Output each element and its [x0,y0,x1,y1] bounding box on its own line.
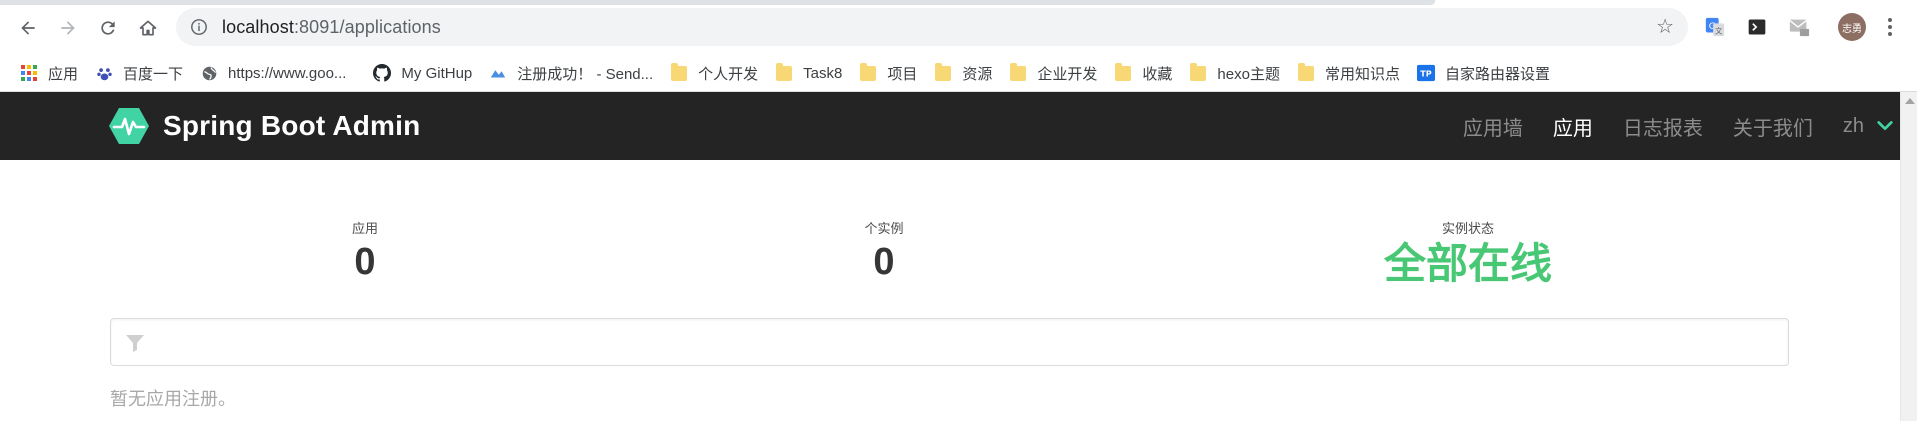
browser-menu-icon[interactable] [1882,14,1898,40]
bookmark-label: 收藏 [1142,65,1173,83]
bookmark-folder[interactable]: 企业开发 [1001,59,1106,87]
folder-icon [1009,62,1027,82]
home-button[interactable] [132,12,164,44]
chevron-down-icon [1876,117,1894,135]
bookmark-github[interactable]: My GitHup [365,59,481,87]
url-host: localhost [222,16,294,37]
forward-arrow-icon [61,21,75,35]
nav-about[interactable]: 关于我们 [1733,112,1813,141]
nav-wallboard[interactable]: 应用墙 [1463,112,1523,141]
nav-journal[interactable]: 日志报表 [1623,112,1703,141]
bookmark-apps[interactable]: 应用 [12,59,87,87]
tab-edge [0,0,1435,5]
baidu-paw-icon [95,64,113,82]
bookmark-baidu[interactable]: 百度一下 [87,59,192,87]
bookmark-folder[interactable]: hexo主题 [1181,59,1289,87]
status-value: 全部在线 [1383,240,1552,287]
folder-icon [670,62,688,82]
brand[interactable]: Spring Boot Admin [109,106,420,146]
empty-message: 暂无应用注册。 [110,389,236,409]
apps-grid-icon [20,64,38,82]
main-nav: 应用墙 应用 日志报表 关于我们 zh [1433,92,1900,160]
bookmark-folder[interactable]: 个人开发 [662,59,767,87]
home-icon [139,20,157,36]
app-title: Spring Boot Admin [163,110,421,141]
globe-icon [200,64,218,82]
reload-button[interactable] [92,12,124,44]
back-arrow-icon [21,21,35,35]
folder-icon [1297,62,1315,82]
stat-value: 0 [354,241,376,283]
folder-icon [1189,62,1207,82]
sendcloud-icon [489,64,507,82]
bookmark-folder[interactable]: Task8 [767,59,851,87]
stat-label: 应用 [351,221,378,236]
tab-strip [0,0,1917,5]
stat-label: 个实例 [864,221,904,236]
bookmark-label: 资源 [962,65,993,83]
bookmark-label: hexo主题 [1217,65,1280,83]
bookmark-label: Task8 [803,64,843,82]
stat-status: 实例状态 全部在线 [1368,218,1568,287]
bookmark-label: 项目 [887,65,918,83]
bookmark-label: https://www.goo... [228,64,347,82]
folder-icon [859,62,877,82]
url-path: :8091/applications [293,16,441,37]
bookmark-label: 常用知识点 [1324,65,1400,83]
bookmark-folder[interactable]: 资源 [926,59,1001,87]
mail-extension-icon[interactable] [1786,14,1812,40]
back-button[interactable] [12,12,44,44]
language-selector[interactable]: zh [1843,115,1894,138]
bookmark-folder[interactable]: 项目 [851,59,926,87]
bookmark-label: 企业开发 [1037,65,1098,83]
folder-icon [775,62,793,82]
stat-label: 实例状态 [1441,221,1494,236]
scrollbar[interactable] [1900,92,1917,421]
filter-input[interactable] [110,318,1789,366]
google-translate-extension-icon[interactable]: G文 [1702,14,1728,40]
address-bar[interactable]: localhost:8091/applications ☆ [176,8,1688,46]
svg-text:文: 文 [1715,26,1723,35]
spring-boot-admin-logo-icon [109,108,149,144]
filter-icon [126,335,144,352]
site-info-icon[interactable] [190,18,208,36]
forward-button[interactable] [52,12,84,44]
bookmark-label: 自家路由器设置 [1444,65,1550,83]
stat-value: 0 [873,241,895,283]
bookmark-label: 注册成功！ - Send... [517,65,654,83]
bookmark-label: 应用 [48,65,79,83]
language-label: zh [1842,114,1864,137]
url-text: localhost:8091/applications [222,17,441,38]
stat-instances: 个实例 0 [824,218,944,283]
bookmarks-bar: 应用 百度一下 https://www.goo... My GitHup 注册成… [0,55,1917,91]
scroll-up-icon[interactable] [1905,98,1915,104]
bookmark-label: My GitHup [401,64,473,82]
bookmark-folder[interactable]: 常用知识点 [1289,59,1409,87]
bookmark-router[interactable]: TP 自家路由器设置 [1409,59,1559,87]
github-icon [373,64,392,82]
profile-avatar[interactable]: 志勇 [1838,13,1866,41]
svg-text:TP: TP [1420,69,1432,79]
bookmark-folder[interactable]: 收藏 [1106,59,1181,87]
nav-applications[interactable]: 应用 [1553,112,1593,141]
folder-icon [1114,62,1132,82]
reload-icon [101,21,115,35]
folder-icon [934,62,952,82]
terminal-extension-icon[interactable] [1744,14,1770,40]
app-navbar: Spring Boot Admin 应用墙 应用 日志报表 关于我们 zh [0,92,1900,160]
stat-applications: 应用 0 [305,218,425,283]
bookmark-google[interactable]: https://www.goo... [192,59,355,87]
bookmark-label: 百度一下 [123,65,184,83]
bookmark-star-icon[interactable]: ☆ [1656,17,1674,37]
tp-link-icon: TP [1416,64,1435,82]
bookmark-sendcloud[interactable]: 注册成功！ - Send... [481,59,662,87]
bookmark-label: 个人开发 [698,65,759,83]
